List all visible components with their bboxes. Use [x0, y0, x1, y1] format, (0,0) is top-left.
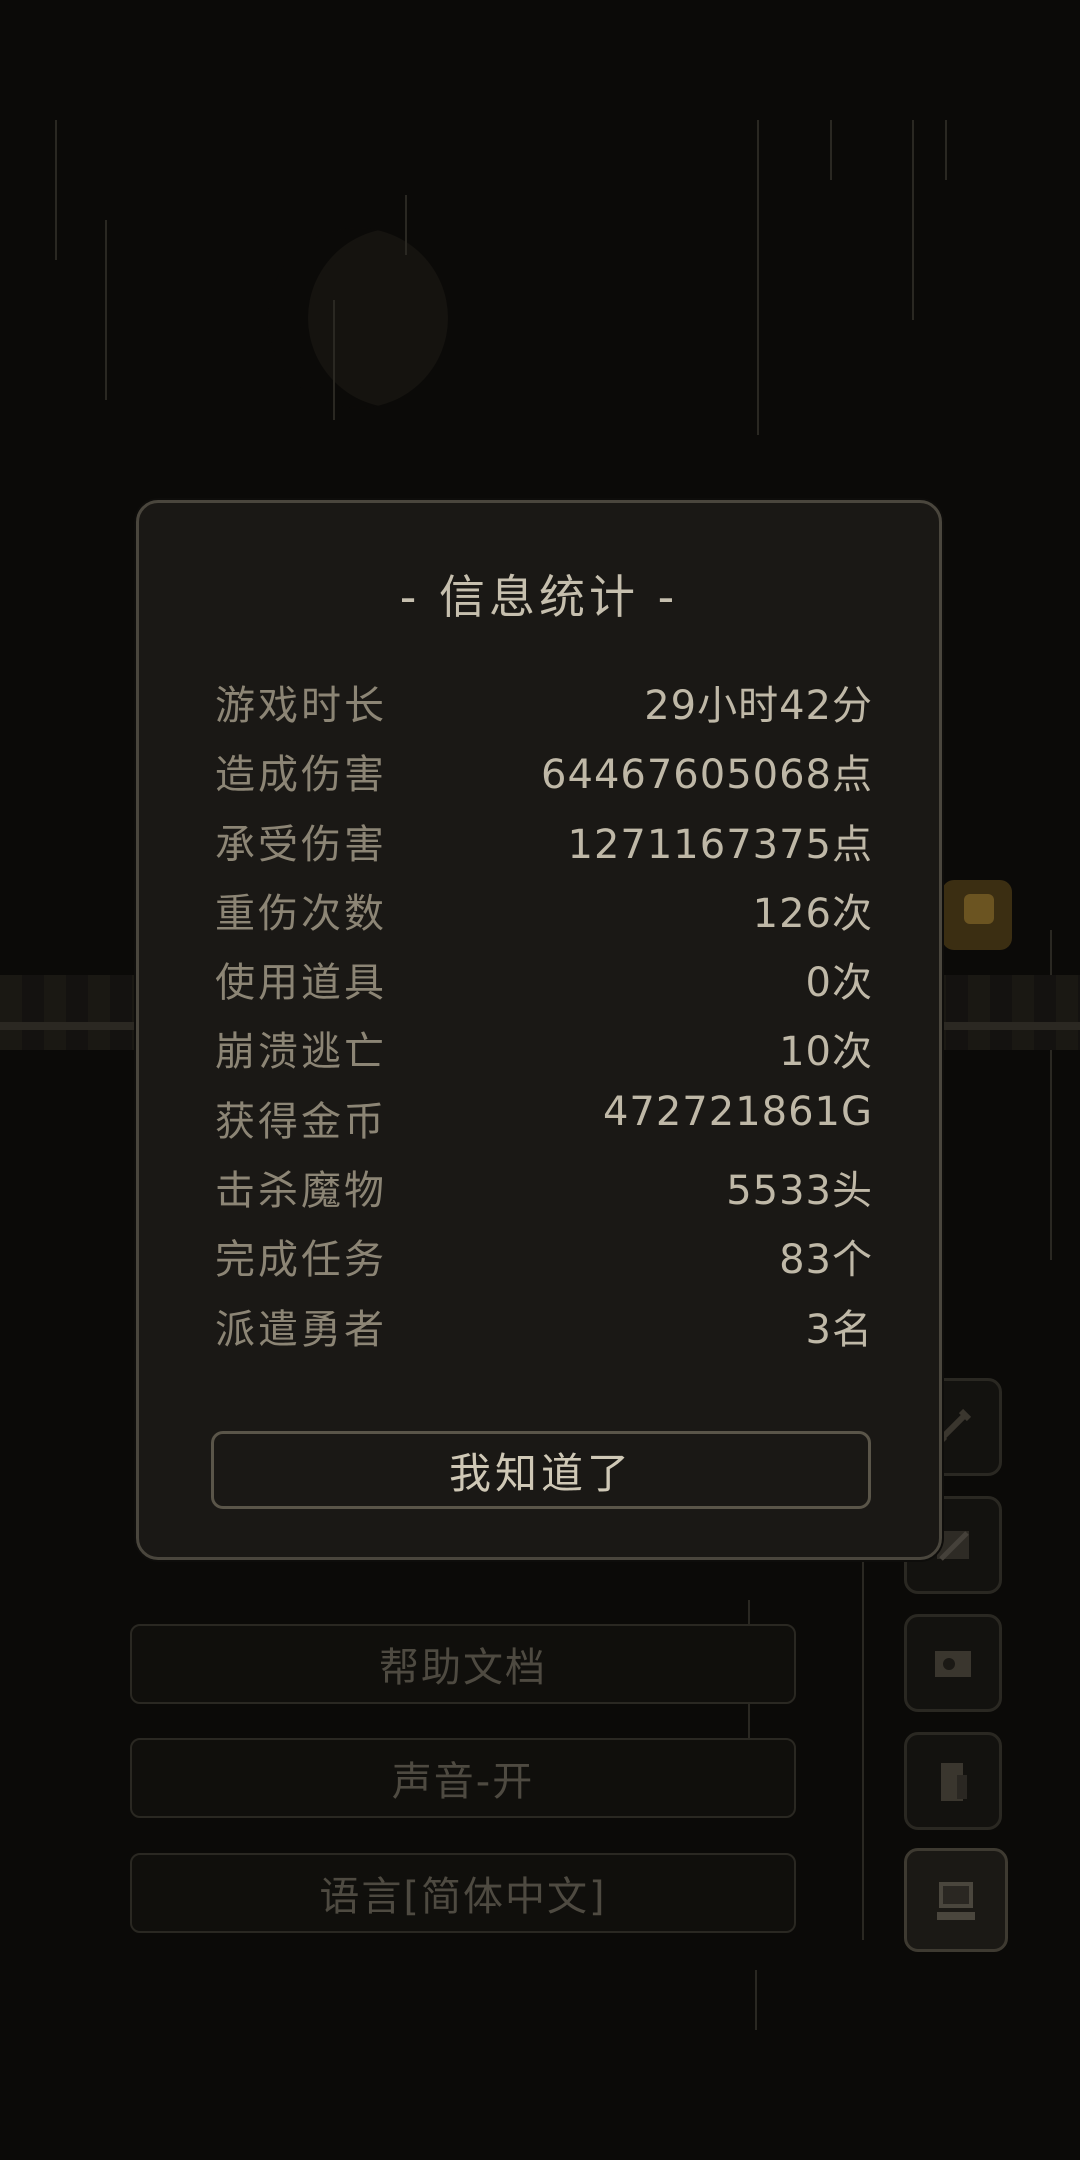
menu-sound-label: 声音-开	[391, 1759, 535, 1805]
stat-label: 使用道具	[215, 960, 387, 1007]
rain-streak	[757, 120, 759, 435]
stat-label: 游戏时长	[215, 683, 387, 729]
rain-streak	[105, 220, 107, 400]
stat-value: 1271167375点	[567, 821, 873, 868]
stat-label: 承受伤害	[215, 821, 387, 868]
stat-row-damage-dealt: 造成伤害 64467605068点	[215, 742, 873, 811]
menu-language-button[interactable]: 语言[简体中文]	[130, 1853, 796, 1933]
rain-streak	[912, 120, 914, 320]
stat-value: 5533头	[726, 1168, 873, 1215]
menu-sound-button[interactable]: 声音-开	[130, 1738, 796, 1818]
menu-help-button[interactable]: 帮助文档	[130, 1624, 796, 1704]
rain-streak	[405, 195, 407, 255]
stat-row-escapes: 崩溃逃亡 10次	[215, 1019, 873, 1088]
rain-streak	[755, 1970, 757, 2030]
computer-button[interactable]	[904, 1848, 1008, 1952]
stat-row-damage-taken: 承受伤害 1271167375点	[215, 812, 873, 881]
stat-label: 获得金币	[215, 1098, 387, 1145]
stat-label: 完成任务	[215, 1237, 387, 1284]
menu-help-label: 帮助文档	[379, 1645, 547, 1691]
stat-label: 重伤次数	[215, 890, 387, 937]
stat-row-quests-completed: 完成任务 83个	[215, 1227, 873, 1296]
stat-row-monsters-killed: 击杀魔物 5533头	[215, 1158, 873, 1227]
door-button[interactable]	[904, 1732, 1002, 1830]
stat-row-gold-earned: 获得金币 472721861G	[215, 1089, 873, 1158]
stat-row-play-time: 游戏时长 29小时42分	[215, 673, 873, 742]
stat-value: 64467605068点	[541, 752, 873, 799]
rain-streak	[55, 120, 57, 260]
rain-streak	[945, 120, 947, 180]
stat-label: 造成伤害	[215, 752, 387, 799]
stats-dialog: - 信息统计 - 游戏时长 29小时42分 造成伤害 64467605068点 …	[136, 500, 942, 1560]
hero-sprite	[942, 880, 1012, 950]
stat-row-heroes-dispatched: 派遣勇者 3名	[215, 1297, 873, 1366]
map-button[interactable]	[904, 1614, 1002, 1712]
stat-value: 29小时42分	[644, 683, 873, 729]
rain-streak	[862, 1560, 864, 1940]
confirm-button[interactable]: 我知道了	[211, 1431, 871, 1509]
stat-row-items-used: 使用道具 0次	[215, 950, 873, 1019]
stats-list: 游戏时长 29小时42分 造成伤害 64467605068点 承受伤害 1271…	[215, 673, 873, 1366]
stat-value: 472721861G	[602, 1088, 873, 1135]
moon-icon	[268, 228, 448, 408]
stat-value: 83个	[779, 1237, 873, 1284]
menu-language-label: 语言[简体中文]	[319, 1874, 607, 1920]
stat-value: 126次	[752, 890, 873, 937]
dialog-title: - 信息统计 -	[399, 570, 679, 624]
stat-value: 0次	[805, 960, 873, 1007]
computer-icon	[937, 1882, 975, 1920]
stat-row-severe-injuries: 重伤次数 126次	[215, 881, 873, 950]
stat-label: 击杀魔物	[215, 1168, 387, 1215]
rain-streak	[333, 300, 335, 420]
stat-label: 崩溃逃亡	[215, 1029, 387, 1076]
door-icon	[941, 1763, 967, 1801]
stat-value: 3名	[805, 1306, 873, 1353]
map-icon	[935, 1651, 971, 1677]
stat-value: 10次	[779, 1029, 873, 1076]
rain-streak	[830, 120, 832, 180]
stat-label: 派遣勇者	[215, 1306, 387, 1353]
